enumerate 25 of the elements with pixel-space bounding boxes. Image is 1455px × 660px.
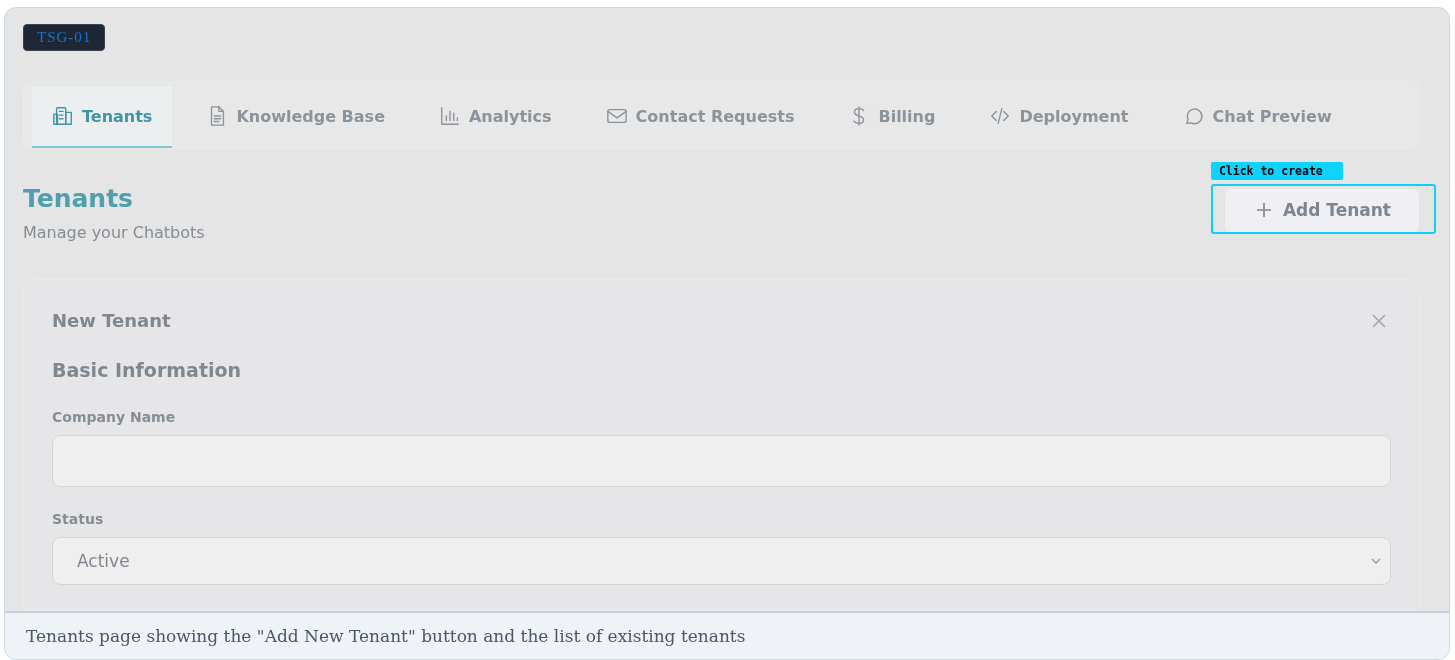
card-title: New Tenant	[52, 310, 171, 331]
page-subtitle: Manage your Chatbots	[23, 223, 205, 242]
figure-caption: Tenants page showing the "Add New Tenant" button and the list of existing tenants	[5, 611, 1449, 659]
building-icon	[52, 105, 74, 127]
nav-tab[interactable]: Tenants	[32, 86, 173, 148]
nav-tab[interactable]: Contact Requests	[585, 86, 815, 148]
nav-tab[interactable]: Deployment	[969, 86, 1149, 148]
input-field[interactable]	[52, 435, 1391, 487]
nav-tab[interactable]: Billing	[828, 86, 956, 148]
bar-chart-icon	[439, 105, 461, 127]
nav-tab[interactable]: Knowledge Base	[186, 86, 405, 148]
field-label: Company Name	[52, 409, 177, 425]
nav-tab[interactable]: Chat Preview	[1162, 86, 1352, 148]
plus-icon	[1254, 201, 1273, 219]
nav-tab[interactable]: Analytics	[419, 86, 572, 148]
field-label: Status	[52, 511, 105, 527]
status-dropdown[interactable]: Active	[52, 537, 1391, 585]
add-tenant-button[interactable]: Add Tenant	[1224, 189, 1419, 232]
code-icon	[989, 105, 1012, 127]
close-icon[interactable]	[1371, 312, 1387, 329]
page-title: Tenants	[23, 184, 134, 213]
callout-label: Click to create	[1210, 162, 1343, 180]
id-badge: TSG-01	[23, 24, 106, 51]
chevron-down-icon	[1370, 555, 1382, 567]
section-heading: Basic Information	[52, 359, 243, 381]
